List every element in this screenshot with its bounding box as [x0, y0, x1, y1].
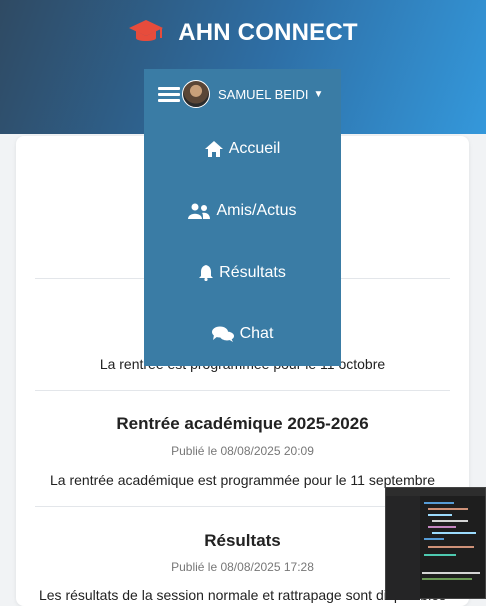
- caret-down-icon: ▼: [313, 88, 324, 100]
- app-title: AHN CONNECT: [178, 19, 358, 46]
- graduation-cap-icon: [129, 20, 164, 41]
- hamburger-icon[interactable]: [158, 84, 180, 105]
- chat-icon: [211, 326, 234, 342]
- menu-item-amis-actus[interactable]: Amis/Actus: [144, 191, 341, 231]
- users-icon: [188, 203, 211, 219]
- bell-icon: [199, 265, 214, 281]
- user-menu-toggle[interactable]: SAMUEL BEIDI ▼: [158, 79, 342, 109]
- brand[interactable]: AHN CONNECT: [0, 18, 486, 47]
- menu-item-label: Accueil: [228, 140, 281, 157]
- menu-item-resultats[interactable]: Résultats: [144, 253, 341, 293]
- user-dropdown-menu: SAMUEL BEIDI ▼ Accueil Amis/Actus Résult…: [144, 69, 341, 366]
- avatar: [182, 80, 210, 108]
- menu-item-label: Chat: [239, 325, 274, 342]
- menu-item-chat[interactable]: Chat: [144, 314, 341, 354]
- news-title: Rentrée académique 2025-2026: [116, 414, 369, 433]
- divider: [35, 390, 450, 391]
- menu-item-label: Amis/Actus: [216, 202, 297, 219]
- menu-item-accueil[interactable]: Accueil: [144, 129, 341, 169]
- code-editor-thumbnail[interactable]: [385, 487, 486, 600]
- menu-item-label: Résultats: [219, 264, 286, 281]
- home-icon: [204, 141, 223, 157]
- news-date: Publié le 08/08/2025 20:09: [171, 444, 314, 458]
- user-name: SAMUEL BEIDI: [218, 86, 309, 102]
- news-text: La rentrée académique est programmée pou…: [50, 472, 435, 488]
